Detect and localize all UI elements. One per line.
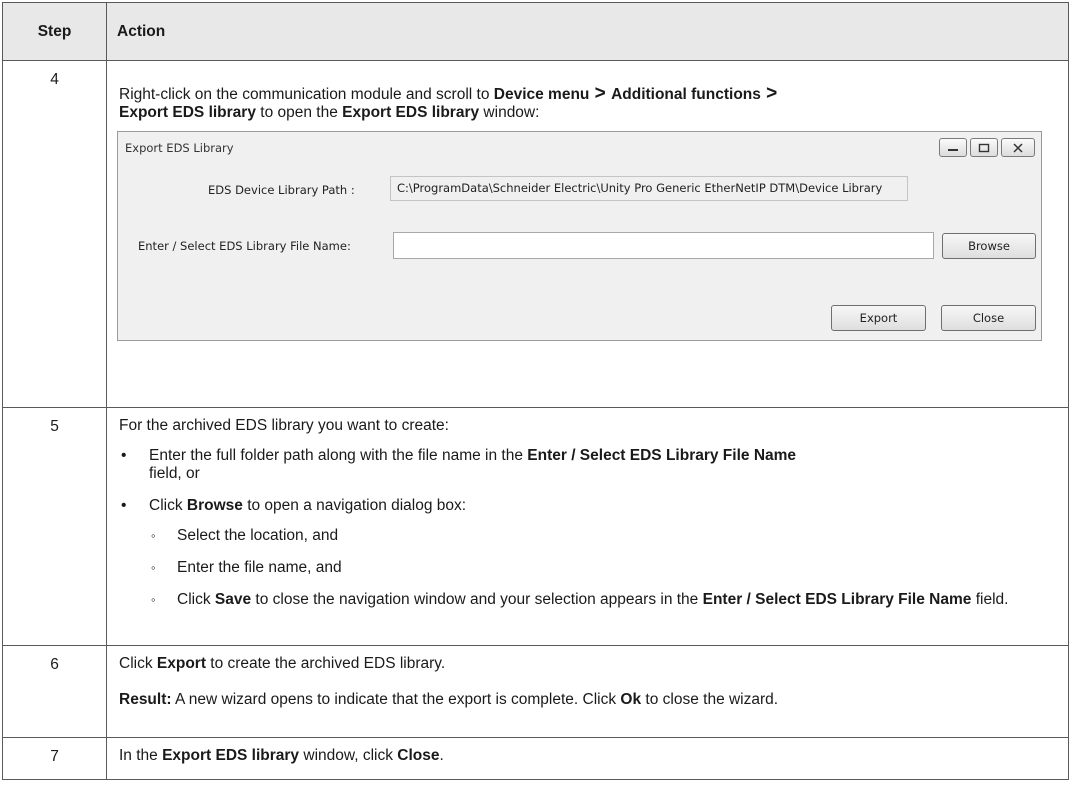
browse-button[interactable]: Browse: [942, 233, 1036, 259]
action-cell: In the Export EDS library window, click …: [106, 737, 1069, 780]
action-cell: Click Export to create the archived EDS …: [106, 645, 1069, 738]
table-row: 6 Click Export to create the archived ED…: [2, 645, 1069, 738]
action-cell: For the archived EDS library you want to…: [106, 407, 1069, 646]
file-name-input[interactable]: [393, 232, 934, 259]
step6-text: Click Export to create the archived EDS …: [119, 655, 446, 672]
action-header: Action: [106, 2, 1069, 61]
step4-text: Right-click on the communication module …: [119, 83, 778, 121]
table-row: 5 For the archived EDS library you want …: [2, 407, 1069, 646]
list-item: Enter the full folder path along with th…: [119, 447, 1054, 483]
path-value: C:\ProgramData\Schneider Electric\Unity …: [390, 176, 908, 201]
step5-intro: For the archived EDS library you want to…: [119, 417, 449, 434]
close-button[interactable]: Close: [941, 305, 1036, 331]
dialog-title: Export EDS Library: [125, 141, 234, 155]
bullet-list: Enter the full folder path along with th…: [119, 447, 1054, 609]
file-label: Enter / Select EDS Library File Name:: [138, 239, 351, 253]
minimize-icon[interactable]: [939, 138, 967, 157]
step-header: Step: [2, 2, 107, 61]
action-cell: Right-click on the communication module …: [106, 60, 1069, 408]
header-row: Step Action: [2, 2, 1069, 61]
sub-list: Select the location, and Enter the file …: [149, 527, 1054, 609]
export-eds-dialog: Export EDS Library EDS Device Library Pa…: [117, 131, 1042, 341]
export-button[interactable]: Export: [831, 305, 926, 331]
table-row: 4 Right-click on the communication modul…: [2, 60, 1069, 408]
step-number: 4: [2, 60, 107, 408]
close-icon[interactable]: [1001, 138, 1035, 157]
table-row: 7 In the Export EDS library window, clic…: [2, 737, 1069, 780]
step-number: 7: [2, 737, 107, 780]
maximize-icon[interactable]: [970, 138, 998, 157]
sub-list-item: Click Save to close the navigation windo…: [149, 591, 1054, 609]
step6-result: Result: A new wizard opens to indicate t…: [119, 691, 779, 708]
list-item: Click Browse to open a navigation dialog…: [119, 497, 1054, 609]
step-number: 6: [2, 645, 107, 738]
step7-text: In the Export EDS library window, click …: [119, 747, 444, 764]
sub-list-item: Select the location, and: [149, 527, 1054, 545]
sub-list-item: Enter the file name, and: [149, 559, 1054, 577]
window-controls: [939, 138, 1035, 157]
procedure-table: Step Action 4 Right-click on the communi…: [2, 2, 1069, 780]
step-number: 5: [2, 407, 107, 646]
path-label: EDS Device Library Path :: [208, 183, 355, 197]
